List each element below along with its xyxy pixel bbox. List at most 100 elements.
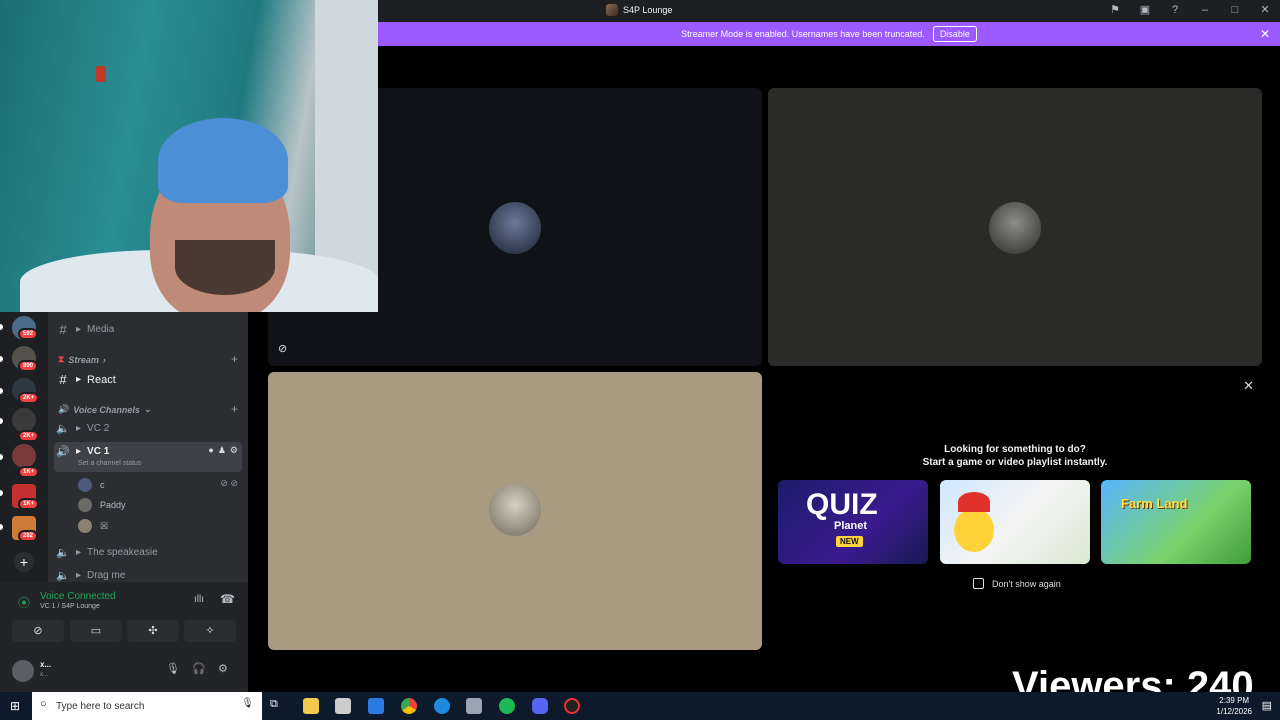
channel-status[interactable]: Set a channel status: [78, 460, 141, 467]
minimize-icon[interactable]: –: [1198, 4, 1212, 16]
close-icon[interactable]: ✕: [1260, 27, 1270, 41]
game-card-quiz-planet[interactable]: QUIZ Planet NEW: [778, 480, 928, 564]
windows-start-icon[interactable]: ⊞: [10, 699, 20, 713]
noise-suppression-icon[interactable]: ıllı: [194, 594, 204, 605]
unread-pill: [0, 524, 3, 530]
system-clock[interactable]: 2:39 PM 1/12/2026: [1216, 695, 1252, 717]
soundboard-button[interactable]: ✧: [184, 620, 236, 642]
close-window-icon[interactable]: ✕: [1258, 3, 1272, 16]
activities-button[interactable]: ✣: [127, 620, 179, 642]
avatar: [78, 519, 92, 533]
activity-subheading: Start a game or video playlist instantly…: [922, 457, 1108, 468]
task-view-icon[interactable]: ⧉: [270, 698, 286, 714]
gear-icon[interactable]: ⚙: [218, 662, 228, 675]
microphone-icon[interactable]: 🎙: [241, 698, 254, 709]
video-tile-3[interactable]: [268, 372, 762, 650]
game-card-chick[interactable]: [940, 480, 1090, 564]
store-icon[interactable]: [335, 698, 351, 714]
help-icon[interactable]: ?: [1168, 4, 1182, 16]
invite-icon[interactable]: ♟: [218, 445, 226, 456]
title-bar: S4P Lounge ⚑ ▣ ? – □ ✕: [378, 0, 1280, 22]
voice-location[interactable]: VC 1 / S4P Lounge: [40, 603, 100, 610]
game-card-farm-land[interactable]: Farm Land: [1101, 480, 1251, 564]
headphones-icon[interactable]: 🎧: [192, 662, 206, 675]
flag-icon[interactable]: ⚑: [1108, 3, 1122, 16]
server-icon[interactable]: [12, 444, 36, 468]
speaker-icon: 🔈: [56, 547, 70, 559]
dont-show-again[interactable]: Don't show again: [973, 578, 1061, 589]
avatar[interactable]: [12, 660, 34, 682]
signal-icon: ⦿: [18, 596, 31, 610]
channel-speakeasie[interactable]: 🔈 ▸ The speakeasie: [56, 546, 158, 559]
unread-pill: [0, 454, 3, 460]
disconnect-icon[interactable]: ☎: [220, 592, 235, 606]
recording-app-icon[interactable]: [564, 698, 580, 714]
add-channel-icon[interactable]: +: [231, 352, 238, 366]
mail-icon[interactable]: [368, 698, 384, 714]
voice-status[interactable]: Voice Connected: [40, 591, 116, 602]
screen-share-button[interactable]: ▭: [70, 620, 122, 642]
activity-heading: Looking for something to do?: [944, 444, 1086, 455]
wall-light: [96, 66, 106, 82]
discord-icon[interactable]: [532, 698, 548, 714]
avatar: [489, 484, 541, 536]
game-title: Farm Land: [1121, 496, 1188, 511]
channel-vc2[interactable]: 🔈 ▸ VC 2: [56, 422, 109, 435]
chat-icon[interactable]: ●: [208, 445, 213, 456]
channel-name: Media: [87, 324, 115, 335]
voice-member[interactable]: Paddy: [78, 498, 126, 512]
text-channel-icon: #: [59, 322, 67, 337]
taskbar-search[interactable]: ○ Type here to search 🎙: [32, 692, 262, 720]
text-channel-icon: #: [59, 372, 67, 387]
mention-badge: 592: [18, 328, 39, 340]
video-tile-2[interactable]: [768, 88, 1262, 366]
app-icon[interactable]: [466, 698, 482, 714]
spotify-icon[interactable]: [499, 698, 515, 714]
voice-member[interactable]: c: [78, 478, 105, 492]
speaker-icon: 🔊: [56, 446, 70, 458]
inbox-icon[interactable]: ▣: [1138, 3, 1152, 16]
chrome-icon[interactable]: [401, 698, 417, 714]
dont-show-checkbox[interactable]: [973, 578, 984, 589]
chevron-down-icon: ⌄: [143, 404, 152, 414]
muted-video-icon: ⊘: [278, 343, 288, 355]
screen-share-icon: ▭: [90, 625, 102, 637]
streamer-beard: [175, 240, 275, 295]
chick-icon: [954, 508, 994, 552]
camera-off-button[interactable]: ⊘: [12, 620, 64, 642]
edge-icon[interactable]: [434, 698, 450, 714]
channel-media[interactable]: # ▸ Media: [56, 322, 114, 337]
voice-member[interactable]: ☒: [78, 519, 108, 533]
search-placeholder: Type here to search: [56, 700, 145, 712]
new-badge: NEW: [836, 536, 863, 547]
dont-show-label: Don't show again: [992, 578, 1061, 589]
game-title: QUIZ: [806, 488, 878, 521]
add-server-button[interactable]: +: [14, 552, 34, 572]
file-explorer-icon[interactable]: [303, 698, 319, 714]
close-icon[interactable]: ✕: [1243, 378, 1254, 394]
category-stream[interactable]: ⧗ Stream ›: [58, 354, 106, 365]
disable-button[interactable]: Disable: [932, 26, 977, 42]
channel-react[interactable]: # ▸ React: [56, 372, 115, 387]
user-panel: x... x... 🎙 🎧 ⚙: [0, 654, 248, 692]
channel-drag-me[interactable]: 🔈 ▸ Drag me: [56, 569, 125, 582]
microphone-icon[interactable]: 🎙: [166, 662, 180, 675]
category-voice-channels[interactable]: 🔊 Voice Channels ⌄: [58, 404, 151, 415]
notifications-icon[interactable]: ▤: [1262, 699, 1272, 712]
gear-icon[interactable]: ⚙: [230, 445, 238, 456]
game-subtitle: Planet: [834, 520, 868, 532]
channel-vc1[interactable]: 🔊 ▸ VC 1 Set a channel status ● ♟ ⚙: [54, 442, 242, 472]
mention-badge: 1K+: [18, 466, 40, 478]
maximize-icon[interactable]: □: [1228, 4, 1242, 16]
activity-panel: ✕ Looking for something to do? Start a g…: [768, 372, 1262, 650]
server-icon: [606, 4, 618, 16]
santa-hat-icon: [958, 492, 990, 512]
channel-list: # ▸ Media ⧗ Stream › + # ▸ React 🔊 Voice C…: [48, 312, 248, 582]
avatar: [989, 202, 1041, 254]
speaker-icon: 🔈: [56, 570, 70, 582]
unread-pill: [0, 324, 3, 330]
window-title: S4P Lounge: [606, 4, 672, 16]
mention-badge: 2K+: [18, 392, 40, 404]
add-channel-icon[interactable]: +: [231, 402, 238, 416]
server-icon[interactable]: [12, 408, 36, 432]
